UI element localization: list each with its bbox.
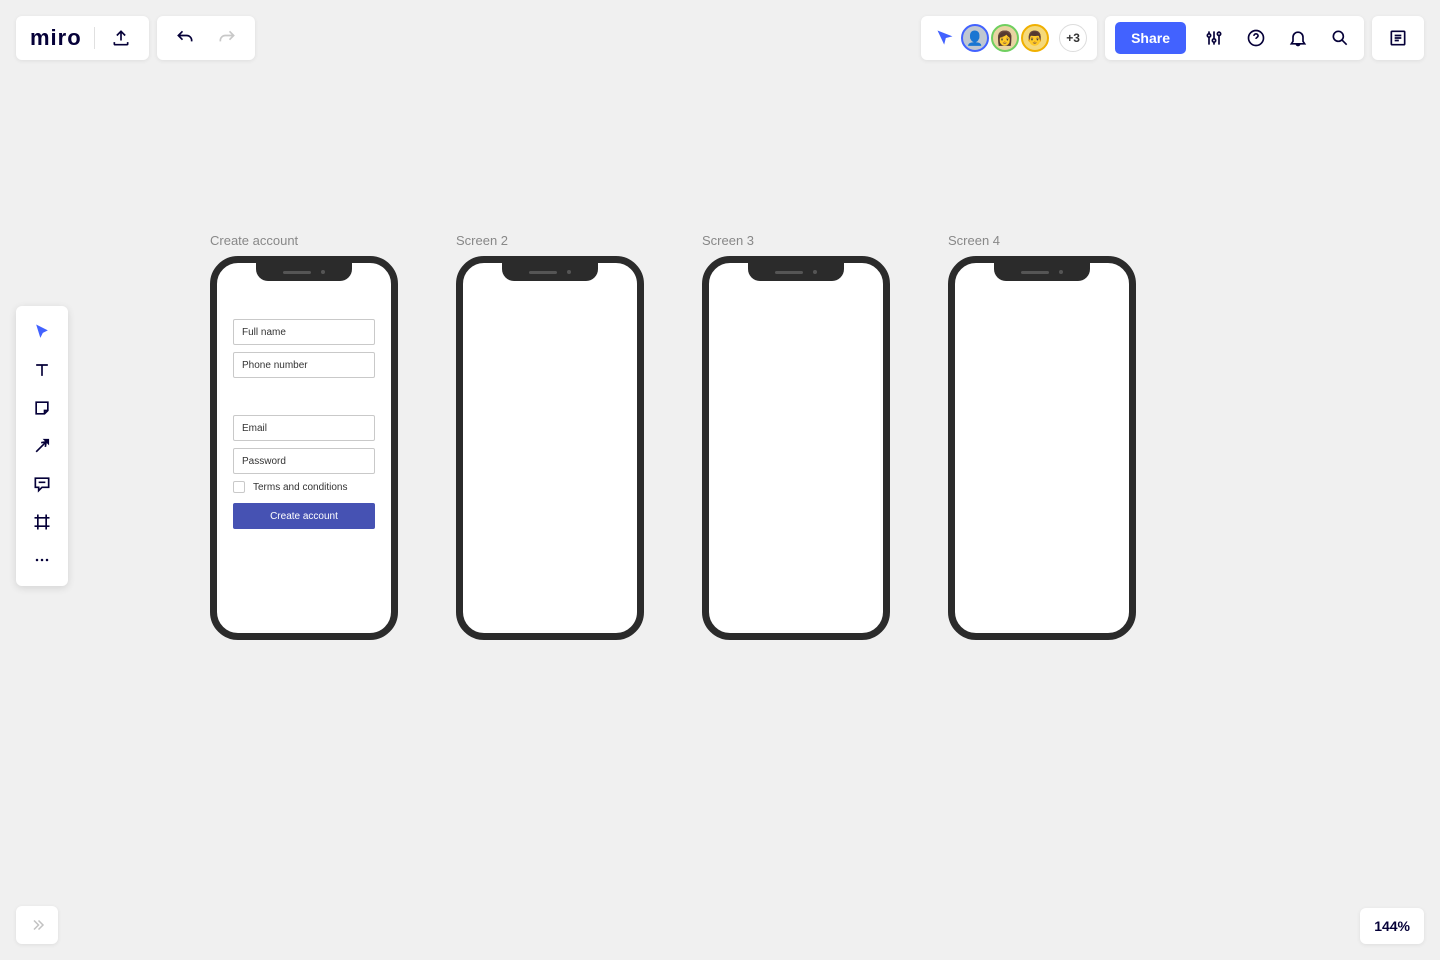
sticky-tool-icon[interactable] <box>22 390 62 426</box>
screen-label[interactable]: Screen 2 <box>456 233 644 248</box>
history-panel <box>157 16 255 60</box>
avatar-more[interactable]: +3 <box>1059 24 1087 52</box>
avatar[interactable]: 👨 <box>1021 24 1049 52</box>
notes-panel[interactable] <box>1372 16 1424 60</box>
screen-4[interactable]: Screen 4 <box>948 233 1136 640</box>
share-button[interactable]: Share <box>1115 22 1186 54</box>
phone-notch <box>994 263 1090 281</box>
text-tool-icon[interactable] <box>22 352 62 388</box>
redo-icon[interactable] <box>213 24 241 52</box>
share-panel: Share <box>1105 16 1364 60</box>
upload-icon[interactable] <box>107 24 135 52</box>
follow-cursor-icon[interactable] <box>931 24 959 52</box>
phone-notch <box>256 263 352 281</box>
search-icon[interactable] <box>1326 24 1354 52</box>
phone-notch <box>502 263 598 281</box>
arrow-tool-icon[interactable] <box>22 428 62 464</box>
avatar[interactable]: 👤 <box>961 24 989 52</box>
expand-panel[interactable] <box>16 906 58 944</box>
terms-row[interactable]: Terms and conditions <box>233 481 375 493</box>
phone-notch <box>748 263 844 281</box>
phone-frame[interactable] <box>702 256 890 640</box>
collab-panel: 👤 👩 👨 +3 <box>921 16 1097 60</box>
screen-label[interactable]: Screen 4 <box>948 233 1136 248</box>
screen-3[interactable]: Screen 3 <box>702 233 890 640</box>
create-account-button[interactable]: Create account <box>233 503 375 529</box>
phone-frame[interactable] <box>948 256 1136 640</box>
phone-frame[interactable] <box>456 256 644 640</box>
divider <box>94 27 95 49</box>
checkbox-icon[interactable] <box>233 481 245 493</box>
frame-tool-icon[interactable] <box>22 504 62 540</box>
undo-icon[interactable] <box>171 24 199 52</box>
chevron-right-icon[interactable] <box>28 916 46 934</box>
phone-frame[interactable]: Full name Phone number Email Password Te… <box>210 256 398 640</box>
miro-logo[interactable]: miro <box>30 25 82 51</box>
more-tools-icon[interactable] <box>22 542 62 578</box>
screen-create-account[interactable]: Create account Full name Phone number Em… <box>210 233 398 640</box>
fullname-input[interactable]: Full name <box>233 319 375 345</box>
password-input[interactable]: Password <box>233 448 375 474</box>
canvas[interactable]: Create account Full name Phone number Em… <box>0 0 1440 960</box>
screen-label[interactable]: Create account <box>210 233 398 248</box>
screen-label[interactable]: Screen 3 <box>702 233 890 248</box>
notes-icon[interactable] <box>1384 24 1412 52</box>
left-toolbar <box>16 306 68 586</box>
email-input[interactable]: Email <box>233 415 375 441</box>
avatar[interactable]: 👩 <box>991 24 1019 52</box>
select-tool-icon[interactable] <box>22 314 62 350</box>
logo-panel: miro <box>16 16 149 60</box>
zoom-level[interactable]: 144% <box>1360 908 1424 944</box>
help-icon[interactable] <box>1242 24 1270 52</box>
phone-content: Full name Phone number Email Password Te… <box>217 263 391 545</box>
comment-tool-icon[interactable] <box>22 466 62 502</box>
bell-icon[interactable] <box>1284 24 1312 52</box>
terms-label: Terms and conditions <box>253 482 348 493</box>
phone-input[interactable]: Phone number <box>233 352 375 378</box>
screen-2[interactable]: Screen 2 <box>456 233 644 640</box>
settings-icon[interactable] <box>1200 24 1228 52</box>
